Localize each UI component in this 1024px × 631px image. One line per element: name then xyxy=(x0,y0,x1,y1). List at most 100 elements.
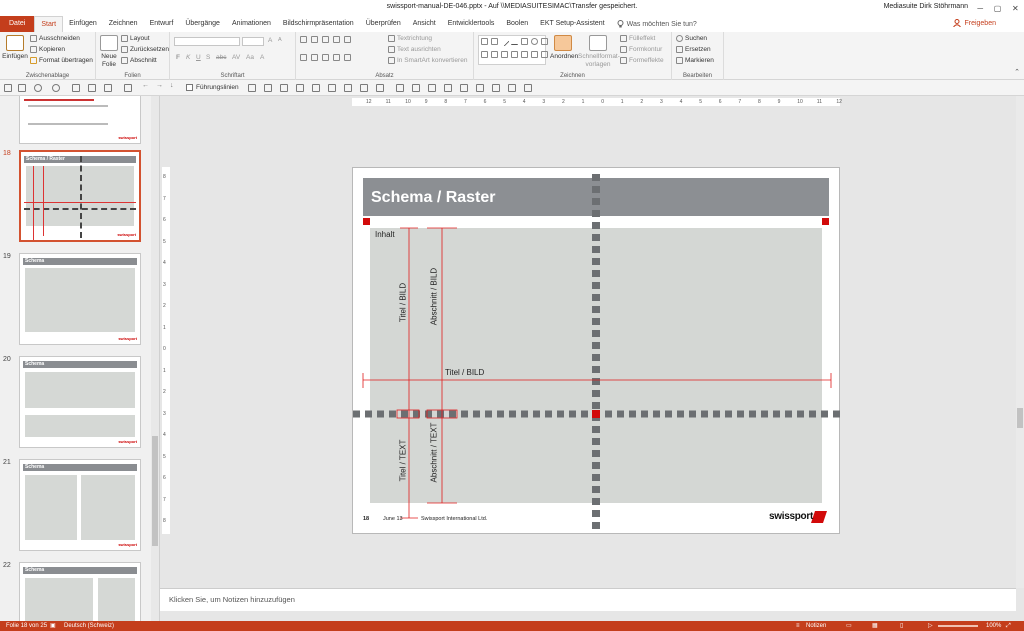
tool-icon[interactable] xyxy=(524,84,532,92)
save-as-icon[interactable] xyxy=(18,84,26,92)
font-color-button[interactable]: A xyxy=(260,54,264,61)
text-direction-button[interactable]: Textrichtung xyxy=(388,35,432,42)
font-size-combo[interactable] xyxy=(242,37,264,46)
arrow-left-icon[interactable]: ← xyxy=(142,82,150,90)
tab-ansicht[interactable]: Ansicht xyxy=(407,16,442,32)
tab-boolen[interactable]: Boolen xyxy=(500,16,534,32)
close-icon[interactable]: ✕ xyxy=(1012,4,1019,13)
tool-icon[interactable] xyxy=(428,84,436,92)
tool-icon[interactable] xyxy=(460,84,468,92)
scrollbar-thumb[interactable] xyxy=(152,436,158,546)
thumb-slide-20[interactable]: Schema swissport xyxy=(19,356,141,448)
tool-icon[interactable] xyxy=(396,84,404,92)
tab-zeichnen[interactable]: Zeichnen xyxy=(103,16,144,32)
numbered-list-icon[interactable] xyxy=(311,36,318,43)
tab-entwicklertools[interactable]: Entwicklertools xyxy=(442,16,501,32)
thumb-slide-22[interactable]: Schema xyxy=(19,562,141,621)
shadow-button[interactable]: S xyxy=(206,54,210,61)
notes-pane[interactable]: Klicken Sie, um Notizen hinzuzufügen xyxy=(160,588,1016,611)
align-right-icon[interactable] xyxy=(322,54,329,61)
tool-icon[interactable] xyxy=(376,84,384,92)
line-spacing-icon[interactable] xyxy=(344,36,351,43)
thumb-slide-17[interactable]: swissport xyxy=(19,96,141,144)
grid-icon[interactable] xyxy=(104,84,112,92)
slide-title[interactable]: Schema / Raster xyxy=(371,189,496,207)
columns-icon[interactable] xyxy=(344,54,351,61)
font-name-combo[interactable] xyxy=(174,37,240,46)
slide-canvas[interactable]: Schema / Raster Inhalt Titel / BILD Absc… xyxy=(352,167,841,534)
tab-bildschirmpraesentation[interactable]: Bildschirmpräsentation xyxy=(277,16,360,32)
thumbnail-scrollbar[interactable] xyxy=(151,96,159,621)
select-button[interactable]: Markieren xyxy=(676,57,714,64)
underline-button[interactable]: U xyxy=(196,54,201,61)
tab-ueberpruefen[interactable]: Überprüfen xyxy=(360,16,407,32)
paste-button[interactable]: Einfügen xyxy=(2,35,28,61)
tool-icon[interactable] xyxy=(492,84,500,92)
strikethrough-button[interactable]: abc xyxy=(216,54,226,61)
font-shrink-button[interactable]: A xyxy=(278,37,282,43)
tab-entwurf[interactable]: Entwurf xyxy=(144,16,180,32)
tool-icon[interactable] xyxy=(508,84,516,92)
tell-me-box[interactable]: Was möchten Sie tun? xyxy=(611,20,697,28)
replace-button[interactable]: Ersetzen xyxy=(676,46,711,53)
undo-icon[interactable] xyxy=(34,84,42,92)
tool-icon[interactable] xyxy=(248,84,256,92)
arrow-down-icon[interactable]: ↓ xyxy=(170,82,178,90)
change-case-button[interactable]: Aa xyxy=(246,54,254,61)
tool-icon[interactable] xyxy=(476,84,484,92)
fit-slide-icon[interactable]: ⤢ xyxy=(1006,621,1011,631)
tool-icon[interactable] xyxy=(412,84,420,92)
language-status[interactable]: Deutsch (Schweiz) xyxy=(64,621,114,631)
section-button[interactable]: Abschnitt xyxy=(121,57,157,64)
cut-button[interactable]: Ausschneiden xyxy=(30,35,80,42)
thumb-slide-18[interactable]: Schema / Raster swissport xyxy=(19,150,141,242)
redo-icon[interactable] xyxy=(52,84,60,92)
arrow-right-icon[interactable]: → xyxy=(156,82,164,90)
shape-outline-button[interactable]: Formkontur xyxy=(620,46,662,53)
save-icon[interactable] xyxy=(4,84,12,92)
reset-button[interactable]: Zurücksetzen xyxy=(121,46,169,53)
indent-icon[interactable] xyxy=(333,36,340,43)
align-left-icon[interactable] xyxy=(300,54,307,61)
tool-icon[interactable] xyxy=(280,84,288,92)
tab-start[interactable]: Start xyxy=(34,16,64,32)
shape-fill-button[interactable]: Fülleffekt xyxy=(620,35,655,42)
collapse-ribbon-icon[interactable]: ⌃ xyxy=(1014,68,1020,76)
shape-effects-button[interactable]: Formeffekte xyxy=(620,57,664,64)
guides-checkbox[interactable]: Führungslinien xyxy=(186,84,239,91)
tool-icon[interactable] xyxy=(360,84,368,92)
zoom-level[interactable]: 100% xyxy=(986,621,1001,631)
italic-button[interactable]: K xyxy=(186,54,190,61)
format-painter-button[interactable]: Format übertragen xyxy=(30,57,93,64)
thumb-slide-21[interactable]: Schema swissport xyxy=(19,459,141,551)
bullet-list-icon[interactable] xyxy=(300,36,307,43)
find-button[interactable]: Suchen xyxy=(676,35,707,42)
arrange-button[interactable]: Anordnen xyxy=(550,35,578,61)
print-icon[interactable] xyxy=(88,84,96,92)
thumb-slide-19[interactable]: Schema swissport xyxy=(19,253,141,345)
tab-ekt-setup[interactable]: EKT Setup-Assistent xyxy=(534,16,610,32)
char-spacing-button[interactable]: AV xyxy=(232,54,240,61)
tool-icon[interactable] xyxy=(344,84,352,92)
shapes-gallery[interactable] xyxy=(478,35,548,65)
user-name[interactable]: Mediasuite Dirk Stöhrmann xyxy=(884,3,968,10)
editor-scrollbar[interactable] xyxy=(1016,96,1024,588)
tab-datei[interactable]: Datei xyxy=(0,16,35,32)
tool-icon[interactable] xyxy=(264,84,272,92)
tool-icon[interactable] xyxy=(328,84,336,92)
share-button[interactable]: Freigeben xyxy=(953,19,996,27)
zoom-slider[interactable] xyxy=(938,625,978,627)
layout-button[interactable]: Layout xyxy=(121,35,150,42)
tab-einfuegen[interactable]: Einfügen xyxy=(63,16,103,32)
new-slide-button[interactable]: Neue Folie xyxy=(98,35,120,69)
minimize-icon[interactable]: ─ xyxy=(977,4,983,13)
tool-icon[interactable] xyxy=(312,84,320,92)
outdent-icon[interactable] xyxy=(322,36,329,43)
tab-animationen[interactable]: Animationen xyxy=(226,16,277,32)
slideshow-icon[interactable] xyxy=(72,84,80,92)
tool-icon[interactable] xyxy=(296,84,304,92)
reading-view-icon[interactable]: ▯ xyxy=(900,621,903,631)
normal-view-icon[interactable]: ▭ xyxy=(846,621,852,631)
scrollbar-thumb[interactable] xyxy=(1017,408,1023,428)
copy-button[interactable]: Kopieren xyxy=(30,46,65,53)
